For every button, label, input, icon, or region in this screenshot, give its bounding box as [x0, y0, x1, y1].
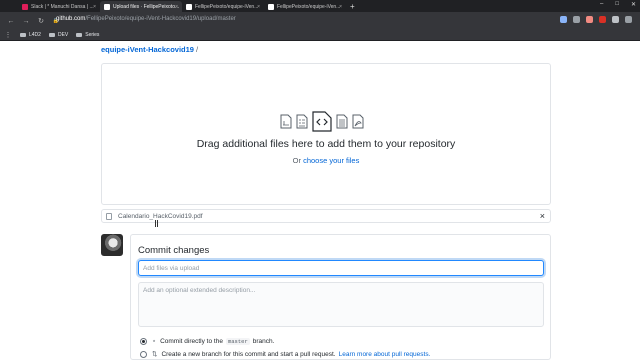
commit-direct-option[interactable]: ⋆ Commit directly to the master branch. — [140, 337, 274, 345]
commit-panel: Commit changes ⋆ Commit directly to the … — [130, 234, 551, 360]
url-host: github.com — [56, 16, 86, 22]
text-file-icon — [336, 114, 348, 129]
dropzone-subtitle: Or choose your files — [292, 156, 360, 165]
folder-icon — [76, 33, 83, 37]
close-tab-icon[interactable]: × — [257, 4, 260, 10]
text-cursor-icon — [155, 220, 158, 227]
code-file-icon — [312, 111, 332, 132]
minimize-icon[interactable]: – — [600, 1, 603, 8]
extension-icon[interactable] — [560, 16, 567, 23]
extension-icon[interactable] — [612, 16, 619, 23]
github-icon — [104, 3, 110, 10]
browser-tab[interactable]: Upload files · FellipePeixoto... × — [100, 1, 182, 12]
github-icon — [186, 3, 192, 10]
branch-name: master — [225, 337, 250, 345]
remove-file-icon[interactable]: × — [540, 211, 545, 221]
address-bar-row: ← → ↻ 🔒 github.com/FellipePeixoto/equipe… — [0, 12, 640, 30]
tab-label: Slack | * Manuchi Dansa | ... — [31, 3, 94, 10]
close-window-icon[interactable]: ✕ — [631, 1, 636, 8]
extension-icon[interactable] — [599, 16, 606, 23]
bookmarks-bar: ⋮ L4D2 DEV Series — [0, 30, 640, 41]
back-icon[interactable]: ← — [7, 18, 15, 25]
repo-link[interactable]: equipe-iVent-Hackcovid19 — [101, 45, 194, 54]
page-content: equipe-iVent-Hackcovid19/ Drag additiona… — [0, 41, 640, 360]
commit-description-field[interactable] — [138, 282, 544, 327]
pull-request-icon: ⇅ — [152, 351, 158, 358]
bookmark-dev[interactable]: DEV — [48, 32, 68, 38]
tab-label: FellipePeixoto/equipe-iVen... — [277, 3, 341, 10]
commit-summary-input[interactable] — [138, 260, 544, 276]
avatar[interactable] — [101, 234, 123, 256]
reload-icon[interactable]: ↻ — [37, 17, 45, 25]
dropzone-title: Drag additional files here to add them t… — [196, 138, 456, 150]
breadcrumb: equipe-iVent-Hackcovid19/ — [101, 45, 198, 54]
window-controls: – □ ✕ — [600, 1, 636, 8]
close-tab-icon[interactable]: × — [93, 4, 96, 10]
file-dropzone[interactable]: Drag additional files here to add them t… — [101, 63, 551, 205]
file-type-icons — [280, 111, 364, 132]
folder-icon — [48, 33, 55, 37]
new-branch-option[interactable]: ⇅ Create a new branch for this commit an… — [140, 350, 430, 358]
bookmark-series[interactable]: Series — [76, 32, 99, 38]
folder-icon — [20, 33, 26, 37]
learn-more-link[interactable]: Learn more about pull requests. — [339, 351, 431, 358]
bookmark-l4d2[interactable]: L4D2 — [20, 32, 41, 38]
slack-icon — [22, 3, 28, 10]
url-field[interactable]: github.com/FellipePeixoto/equipe-iVent-H… — [56, 16, 236, 22]
acrobat-file-icon — [352, 114, 364, 129]
browser-tab[interactable]: FellipePeixoto/equipe-iVen... × — [264, 1, 346, 12]
choose-files-link[interactable]: choose your files — [303, 156, 359, 165]
uploaded-file-row: Calendario_HackCovid19.pdf × — [101, 209, 551, 223]
commit-title: Commit changes — [138, 245, 210, 256]
extension-icon[interactable] — [573, 16, 580, 23]
tab-label: FellipePeixoto/equipe-iVen... — [195, 3, 259, 10]
url-path: /FellipePeixoto/equipe-iVent-Hackcovid19… — [85, 16, 236, 22]
new-tab-button[interactable]: + — [350, 1, 355, 12]
pdf-file-icon — [280, 114, 292, 129]
commit-direct-radio[interactable] — [140, 337, 147, 345]
uploaded-file-name: Calendario_HackCovid19.pdf — [118, 213, 203, 220]
browser-tab-strip: Slack | * Manuchi Dansa | ... × Upload fil… — [0, 0, 640, 12]
breadcrumb-separator: / — [195, 45, 199, 54]
maximize-icon[interactable]: □ — [615, 1, 619, 8]
extensions-area — [560, 16, 632, 23]
browser-tab[interactable]: Slack | * Manuchi Dansa | ... × — [18, 1, 100, 12]
tab-label: Upload files · FellipePeixoto... — [113, 3, 180, 10]
close-tab-icon[interactable]: × — [175, 4, 178, 10]
new-branch-radio[interactable] — [140, 350, 147, 358]
extension-icon[interactable] — [625, 16, 632, 23]
browser-tab[interactable]: FellipePeixoto/equipe-iVen... × — [182, 1, 264, 12]
close-tab-icon[interactable]: × — [339, 4, 342, 10]
binary-file-icon — [296, 114, 308, 129]
github-icon — [268, 3, 274, 10]
git-commit-icon: ⋆ — [152, 338, 157, 345]
apps-icon[interactable]: ⋮ — [4, 31, 12, 39]
forward-icon[interactable]: → — [22, 18, 30, 25]
file-icon — [106, 213, 112, 220]
extension-icon[interactable] — [586, 16, 593, 23]
